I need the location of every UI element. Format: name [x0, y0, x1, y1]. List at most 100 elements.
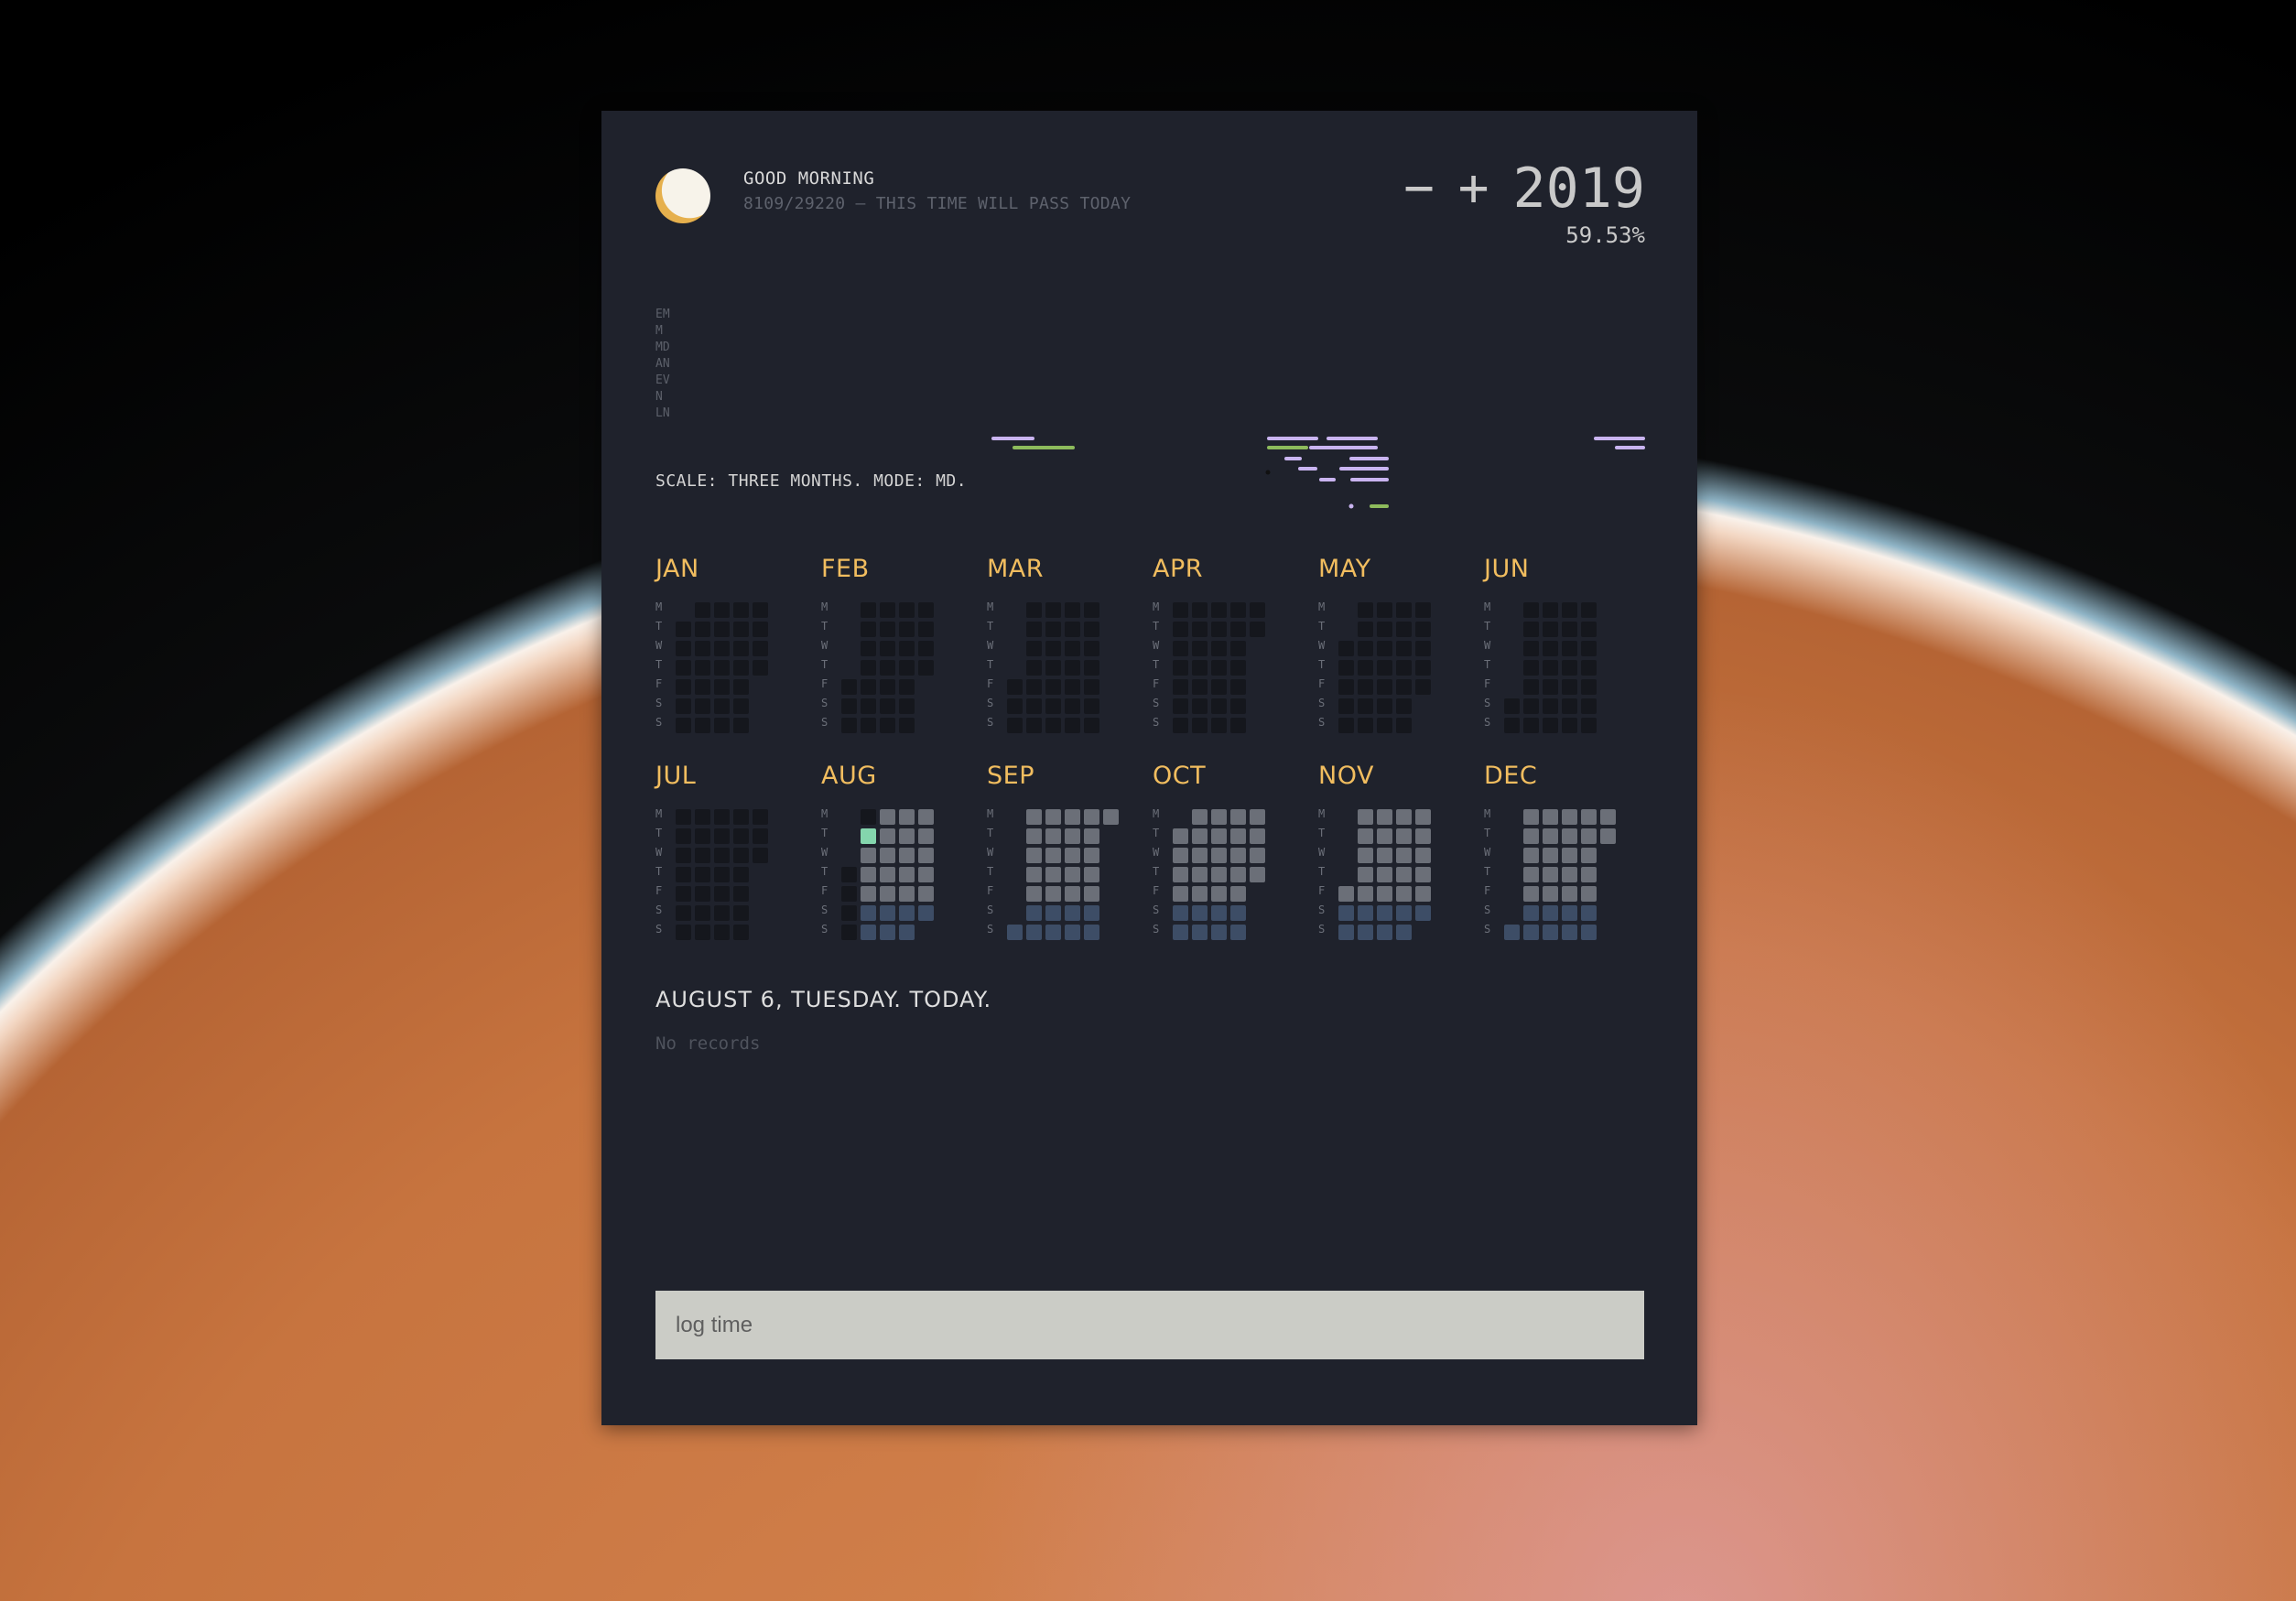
- day-cell[interactable]: [1358, 809, 1373, 825]
- day-cell[interactable]: [1562, 905, 1577, 921]
- day-cell[interactable]: [1173, 828, 1188, 844]
- day-cell[interactable]: [880, 622, 895, 637]
- day-cell[interactable]: [1065, 848, 1080, 863]
- day-cell[interactable]: [1084, 848, 1099, 863]
- day-cell[interactable]: [1007, 698, 1023, 714]
- day-cell[interactable]: [861, 679, 876, 695]
- day-cell[interactable]: [1523, 641, 1539, 656]
- day-cell[interactable]: [861, 641, 876, 656]
- day-cell[interactable]: [714, 679, 730, 695]
- log-time-input[interactable]: [655, 1291, 1644, 1359]
- day-cell[interactable]: [1230, 718, 1246, 733]
- day-cell[interactable]: [1026, 848, 1042, 863]
- day-cell[interactable]: [1026, 718, 1042, 733]
- day-cell[interactable]: [918, 622, 934, 637]
- day-cell[interactable]: [753, 641, 768, 656]
- day-cell[interactable]: [1173, 641, 1188, 656]
- day-cell[interactable]: [1192, 925, 1208, 940]
- day-cell[interactable]: [1581, 660, 1597, 676]
- day-cell[interactable]: [1396, 867, 1412, 882]
- day-cell[interactable]: [1415, 660, 1431, 676]
- day-cell[interactable]: [1026, 679, 1042, 695]
- day-cell[interactable]: [841, 679, 857, 695]
- day-cell[interactable]: [695, 809, 710, 825]
- day-cell[interactable]: [1504, 718, 1520, 733]
- day-cell[interactable]: [733, 886, 749, 902]
- day-cell[interactable]: [1358, 848, 1373, 863]
- day-cell[interactable]: [1211, 622, 1227, 637]
- day-cell[interactable]: [1211, 698, 1227, 714]
- day-cell[interactable]: [1211, 905, 1227, 921]
- day-cell[interactable]: [861, 660, 876, 676]
- day-cell[interactable]: [1543, 698, 1558, 714]
- day-cell[interactable]: [1192, 679, 1208, 695]
- day-cell[interactable]: [1377, 867, 1392, 882]
- day-cell[interactable]: [1377, 622, 1392, 637]
- day-cell[interactable]: [1358, 698, 1373, 714]
- day-cell[interactable]: [695, 660, 710, 676]
- day-cell[interactable]: [753, 622, 768, 637]
- day-cell[interactable]: [1358, 925, 1373, 940]
- day-cell[interactable]: [1211, 809, 1227, 825]
- day-cell[interactable]: [861, 848, 876, 863]
- day-cell[interactable]: [695, 905, 710, 921]
- day-cell[interactable]: [676, 641, 691, 656]
- day-cell[interactable]: [880, 698, 895, 714]
- day-cell[interactable]: [841, 886, 857, 902]
- day-cell[interactable]: [1045, 660, 1061, 676]
- day-cell[interactable]: [1543, 679, 1558, 695]
- day-cell[interactable]: [714, 698, 730, 714]
- day-cell[interactable]: [899, 660, 915, 676]
- day-cell[interactable]: [1045, 679, 1061, 695]
- day-cell[interactable]: [1065, 828, 1080, 844]
- day-cell[interactable]: [733, 660, 749, 676]
- day-cell[interactable]: [714, 867, 730, 882]
- day-cell[interactable]: [1396, 698, 1412, 714]
- day-cell[interactable]: [753, 660, 768, 676]
- day-cell[interactable]: [1377, 698, 1392, 714]
- day-cell[interactable]: [1415, 641, 1431, 656]
- day-cell[interactable]: [676, 809, 691, 825]
- day-cell[interactable]: [714, 886, 730, 902]
- day-cell[interactable]: [714, 622, 730, 637]
- day-cell[interactable]: [1045, 867, 1061, 882]
- day-cell[interactable]: [753, 848, 768, 863]
- day-cell[interactable]: [1173, 886, 1188, 902]
- day-cell[interactable]: [1211, 641, 1227, 656]
- day-cell[interactable]: [676, 848, 691, 863]
- day-cell[interactable]: [1562, 848, 1577, 863]
- day-cell[interactable]: [1230, 660, 1246, 676]
- day-cell[interactable]: [1250, 848, 1265, 863]
- day-cell[interactable]: [861, 602, 876, 618]
- day-cell[interactable]: [841, 905, 857, 921]
- day-cell[interactable]: [1562, 809, 1577, 825]
- day-cell[interactable]: [733, 828, 749, 844]
- day-cell[interactable]: [1230, 886, 1246, 902]
- day-cell[interactable]: [1045, 718, 1061, 733]
- day-cell[interactable]: [1230, 867, 1246, 882]
- day-cell[interactable]: [918, 660, 934, 676]
- day-cell[interactable]: [1211, 602, 1227, 618]
- day-cell[interactable]: [1523, 679, 1539, 695]
- day-cell[interactable]: [861, 867, 876, 882]
- day-cell[interactable]: [1377, 602, 1392, 618]
- day-cell[interactable]: [1045, 622, 1061, 637]
- day-cell[interactable]: [1192, 698, 1208, 714]
- day-cell[interactable]: [899, 925, 915, 940]
- day-cell[interactable]: [899, 641, 915, 656]
- day-cell[interactable]: [1377, 718, 1392, 733]
- day-cell[interactable]: [733, 925, 749, 940]
- day-cell[interactable]: [1026, 641, 1042, 656]
- day-cell[interactable]: [1084, 828, 1099, 844]
- day-cell[interactable]: [1358, 622, 1373, 637]
- day-cell[interactable]: [1103, 809, 1119, 825]
- day-cell[interactable]: [1045, 809, 1061, 825]
- day-cell[interactable]: [1338, 698, 1354, 714]
- day-cell[interactable]: [1192, 809, 1208, 825]
- day-cell[interactable]: [1396, 809, 1412, 825]
- day-cell[interactable]: [1562, 698, 1577, 714]
- day-cell[interactable]: [1562, 602, 1577, 618]
- day-cell[interactable]: [1338, 886, 1354, 902]
- day-cell[interactable]: [1358, 867, 1373, 882]
- day-cell[interactable]: [753, 602, 768, 618]
